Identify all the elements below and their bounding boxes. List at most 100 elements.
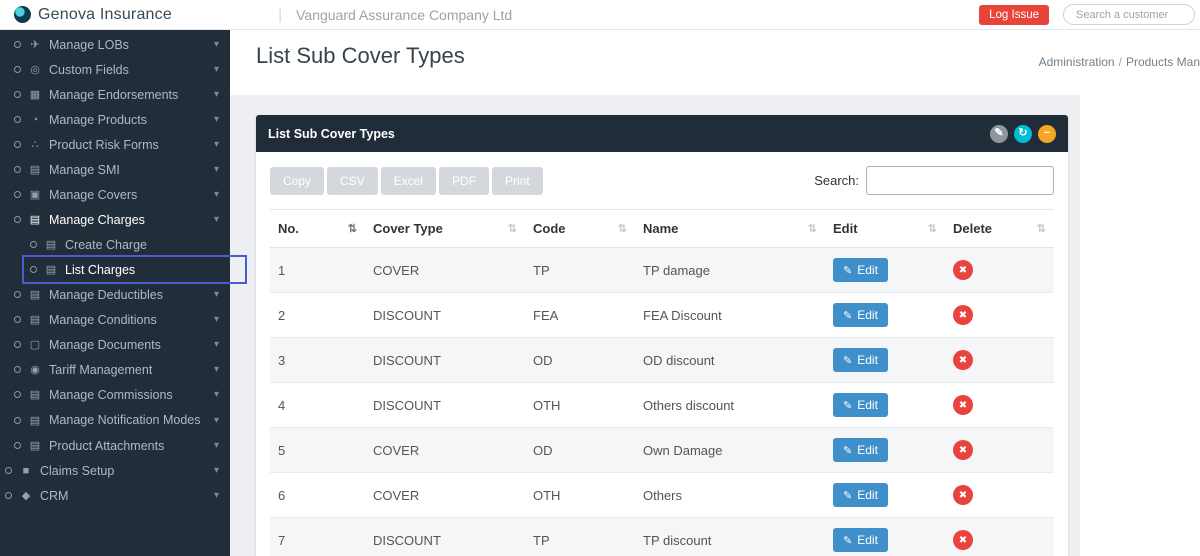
table-body: 1 COVER TP TP damage ✎ Edit ✖ 2 DISCOUNT… bbox=[270, 248, 1054, 556]
cell-name: TP discount bbox=[635, 518, 825, 556]
panel-title: List Sub Cover Types bbox=[268, 127, 395, 141]
pencil-icon: ✎ bbox=[843, 489, 852, 502]
edit-button-label: Edit bbox=[857, 443, 878, 457]
edit-button[interactable]: ✎ Edit bbox=[833, 303, 888, 327]
column-header-delete[interactable]: ⇅Delete bbox=[945, 210, 1054, 248]
bullet-icon bbox=[14, 442, 21, 449]
sidebar-item-label: Product Risk Forms bbox=[49, 138, 159, 152]
sidebar-item-label: Claims Setup bbox=[40, 464, 114, 478]
cell-no: 3 bbox=[270, 338, 365, 383]
panel-edit-icon[interactable]: ✎ bbox=[990, 125, 1008, 143]
menu-item-icon: ▤ bbox=[28, 163, 42, 176]
menu-item-icon: ▣ bbox=[28, 188, 42, 201]
sidebar: ✈ Manage LOBs ▾ ◎ Custom Fields ▾ ▦ Mana… bbox=[0, 30, 230, 556]
delete-button[interactable]: ✖ bbox=[953, 350, 973, 370]
sidebar-item-manage-smi[interactable]: ▤ Manage SMI ▾ bbox=[0, 157, 230, 182]
log-issue-button[interactable]: Log Issue bbox=[979, 5, 1049, 25]
menu-item-icon: ▦ bbox=[28, 88, 42, 101]
edit-button[interactable]: ✎ Edit bbox=[833, 393, 888, 417]
sidebar-item-manage-deductibles[interactable]: ▤ Manage Deductibles ▾ bbox=[0, 282, 230, 307]
edit-button-label: Edit bbox=[857, 263, 878, 277]
sidebar-item-manage-notification-modes[interactable]: ▤ Manage Notification Modes ▾ bbox=[0, 407, 230, 433]
delete-button[interactable]: ✖ bbox=[953, 305, 973, 325]
sidebar-item-crm[interactable]: ◆ CRM ▾ bbox=[0, 483, 230, 508]
cell-cover-type: DISCOUNT bbox=[365, 293, 525, 338]
column-header-cover-type[interactable]: ⇅Cover Type bbox=[365, 210, 525, 248]
sidebar-item-label: Manage Documents bbox=[49, 338, 161, 352]
brand[interactable]: Genova Insurance bbox=[14, 6, 172, 24]
sidebar-item-tariff-management[interactable]: ◉ Tariff Management ▾ bbox=[0, 357, 230, 382]
brand-logo-icon bbox=[14, 6, 31, 23]
pdf-export-button[interactable]: PDF bbox=[439, 167, 489, 195]
sidebar-item-manage-lobs[interactable]: ✈ Manage LOBs ▾ bbox=[0, 32, 230, 57]
bullet-icon bbox=[14, 116, 21, 123]
delete-button[interactable]: ✖ bbox=[953, 530, 973, 550]
chevron-down-icon: ▾ bbox=[214, 465, 224, 476]
table-row: 3 DISCOUNT OD OD discount ✎ Edit ✖ bbox=[270, 338, 1054, 383]
delete-button[interactable]: ✖ bbox=[953, 485, 973, 505]
sidebar-item-label: Manage Conditions bbox=[49, 313, 157, 327]
sidebar-menu: ✈ Manage LOBs ▾ ◎ Custom Fields ▾ ▦ Mana… bbox=[0, 30, 230, 508]
table-search-input[interactable] bbox=[866, 166, 1054, 195]
delete-button[interactable]: ✖ bbox=[953, 395, 973, 415]
customer-search-input[interactable] bbox=[1063, 4, 1195, 25]
sidebar-item-manage-conditions[interactable]: ▤ Manage Conditions ▾ bbox=[0, 307, 230, 332]
csv-export-button[interactable]: CSV bbox=[327, 167, 378, 195]
edit-button[interactable]: ✎ Edit bbox=[833, 438, 888, 462]
main-content: List Sub Cover Types Administration/Prod… bbox=[230, 30, 1200, 556]
panel-header: List Sub Cover Types ✎ ↻ − bbox=[256, 115, 1068, 152]
sidebar-item-manage-endorsements[interactable]: ▦ Manage Endorsements ▾ bbox=[0, 82, 230, 107]
chevron-down-icon: ▾ bbox=[214, 289, 224, 300]
panel-body: CopyCSVExcelPDFPrint Search: ⇅No.⇅Cover … bbox=[256, 152, 1068, 556]
menu-item-icon: ◔ bbox=[28, 114, 42, 126]
pencil-icon: ✎ bbox=[843, 534, 852, 547]
panel-refresh-icon[interactable]: ↻ bbox=[1014, 125, 1032, 143]
sidebar-item-manage-commissions[interactable]: ▤ Manage Commissions ▾ bbox=[0, 382, 230, 407]
panel-collapse-icon[interactable]: − bbox=[1038, 125, 1056, 143]
sub-cover-types-table: ⇅No.⇅Cover Type⇅Code⇅Name⇅Edit⇅Delete 1 … bbox=[270, 209, 1054, 556]
print-export-button[interactable]: Print bbox=[492, 167, 543, 195]
sidebar-item-manage-covers[interactable]: ▣ Manage Covers ▾ bbox=[0, 182, 230, 207]
sidebar-item-product-risk-forms[interactable]: ∴ Product Risk Forms ▾ bbox=[0, 132, 230, 157]
menu-item-icon: ∴ bbox=[28, 138, 42, 151]
sort-icon: ⇅ bbox=[508, 222, 517, 235]
cell-no: 6 bbox=[270, 473, 365, 518]
sidebar-item-manage-charges[interactable]: ▤ Manage Charges ▾ bbox=[0, 207, 230, 232]
column-header-code[interactable]: ⇅Code bbox=[525, 210, 635, 248]
chevron-down-icon: ▾ bbox=[214, 64, 224, 75]
menu-item-icon: ◆ bbox=[19, 489, 33, 502]
excel-export-button[interactable]: Excel bbox=[381, 167, 436, 195]
delete-button[interactable]: ✖ bbox=[953, 440, 973, 460]
sort-icon: ⇅ bbox=[618, 222, 627, 235]
sidebar-item-claims-setup[interactable]: ■ Claims Setup ▾ bbox=[0, 458, 230, 483]
header-divider: | bbox=[278, 6, 282, 24]
cell-name: Others discount bbox=[635, 383, 825, 428]
sidebar-item-list-charges[interactable]: ▤ List Charges bbox=[0, 257, 230, 282]
copy-export-button[interactable]: Copy bbox=[270, 167, 324, 195]
sidebar-item-create-charge[interactable]: ▤ Create Charge bbox=[0, 232, 230, 257]
sidebar-item-label: Manage SMI bbox=[49, 163, 120, 177]
edit-button[interactable]: ✎ Edit bbox=[833, 258, 888, 282]
panel-tools: ✎ ↻ − bbox=[990, 125, 1056, 143]
delete-button[interactable]: ✖ bbox=[953, 260, 973, 280]
edit-button[interactable]: ✎ Edit bbox=[833, 348, 888, 372]
menu-item-icon: ▤ bbox=[28, 439, 42, 452]
column-header-edit[interactable]: ⇅Edit bbox=[825, 210, 945, 248]
sidebar-item-manage-products[interactable]: ◔ Manage Products ▾ bbox=[0, 107, 230, 132]
column-header-no[interactable]: ⇅No. bbox=[270, 210, 365, 248]
sidebar-item-product-attachments[interactable]: ▤ Product Attachments ▾ bbox=[0, 433, 230, 458]
sidebar-item-label: Product Attachments bbox=[49, 439, 164, 453]
bullet-icon bbox=[5, 467, 12, 474]
cell-code: TP bbox=[525, 248, 635, 293]
sidebar-item-custom-fields[interactable]: ◎ Custom Fields ▾ bbox=[0, 57, 230, 82]
breadcrumb-section[interactable]: Administration bbox=[1039, 55, 1115, 69]
column-header-name[interactable]: ⇅Name bbox=[635, 210, 825, 248]
menu-item-icon: ▤ bbox=[28, 288, 42, 301]
edit-button[interactable]: ✎ Edit bbox=[833, 483, 888, 507]
sidebar-item-manage-documents[interactable]: ▢ Manage Documents ▾ bbox=[0, 332, 230, 357]
sidebar-item-label: Custom Fields bbox=[49, 63, 129, 77]
table-row: 7 DISCOUNT TP TP discount ✎ Edit ✖ bbox=[270, 518, 1054, 556]
chevron-down-icon: ▾ bbox=[214, 490, 224, 501]
chevron-down-icon: ▾ bbox=[214, 39, 224, 50]
edit-button[interactable]: ✎ Edit bbox=[833, 528, 888, 552]
